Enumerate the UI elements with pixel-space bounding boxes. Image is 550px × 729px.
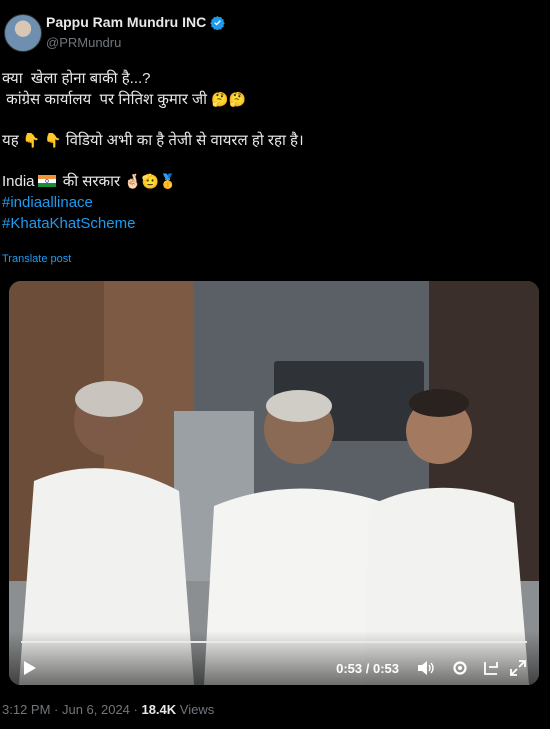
tweet-meta: 3:12 PM · Jun 6, 2024 · 18.4K Views (2, 702, 214, 717)
play-icon[interactable] (23, 660, 37, 676)
volume-icon[interactable] (417, 660, 435, 676)
tweet-line: कांग्रेस कार्यालय पर नितिश कुमार जी 🤔🤔 (2, 89, 542, 110)
tweet-line-4a: India (2, 173, 35, 190)
tweet-line-2: कांग्रेस कार्यालय पर नितिश कुमार जी (2, 91, 212, 108)
timestamp[interactable]: 3:12 PM · Jun 6, 2024 · (2, 702, 141, 717)
author-display-name[interactable]: Pappu Ram Mundru INC (46, 14, 206, 30)
tweet-line: यह 👇 👇 विडियो अभी का है तेजी से वायरल हो… (2, 130, 542, 151)
video-time: 0:53 / 0:53 (336, 661, 399, 676)
video-player[interactable]: 0:53 / 0:53 (9, 281, 539, 685)
settings-gear-icon[interactable] (451, 659, 469, 677)
video-controls: 0:53 / 0:53 (9, 631, 539, 685)
author-name-row: Pappu Ram Mundru INC (46, 14, 225, 30)
views-label: Views (176, 702, 215, 717)
tweet-line: क्या खेला होना बाकी है...? (2, 68, 542, 89)
author-handle[interactable]: @PRMundru (46, 35, 121, 50)
tweet-line-3b: विडियो अभी का है तेजी से वायरल हो रहा है… (61, 132, 304, 149)
views-count: 18.4K (141, 702, 177, 717)
pointing-down-icon: 👇 👇 (22, 132, 62, 148)
thinking-face-icon: 🤔🤔 (211, 91, 247, 107)
tweet-text: क्या खेला होना बाकी है...? कांग्रेस कार्… (2, 68, 542, 234)
emoji-group-icon: 🤞🏻🫡🥇 (124, 173, 177, 189)
hashtag-khatakhatscheme[interactable]: #KhataKhatScheme (2, 213, 542, 234)
tweet-line-1: क्या खेला होना बाकी है...? (2, 70, 151, 87)
pip-icon[interactable] (483, 659, 501, 677)
avatar[interactable] (4, 14, 42, 52)
tweet-line-4b: की सरकार (58, 173, 125, 190)
fullscreen-icon[interactable] (509, 659, 527, 677)
tweet-line: India की सरकार 🤞🏻🫡🥇 (2, 171, 542, 192)
video-frame (9, 281, 539, 685)
india-flag-icon (37, 175, 56, 187)
hashtag-indiaallinace[interactable]: #indiaallinace (2, 192, 542, 213)
tweet-line-3a: यह (2, 132, 23, 149)
verified-badge-icon (210, 15, 225, 30)
translate-post-link[interactable]: Translate post (2, 253, 71, 265)
video-progress-bar[interactable] (21, 641, 527, 643)
